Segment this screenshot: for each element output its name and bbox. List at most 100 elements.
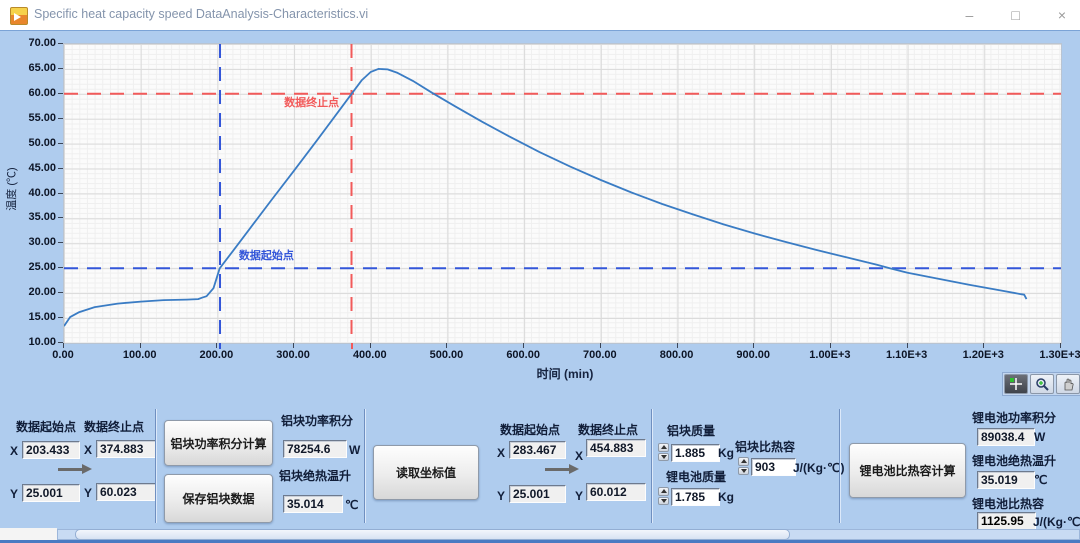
x-tick-label: 1.20E+3 [953,349,1013,361]
zoom-tool-button[interactable] [1030,374,1054,394]
y-tick-mark [58,68,63,69]
al-end-y-label: Y [84,486,92,500]
al-shc-input[interactable]: 903 [751,458,796,476]
al-start-y-field[interactable]: 25.001 [22,484,80,502]
al-start-x-label: X [10,444,18,458]
al-temp-rise-unit: ℃ [345,498,358,512]
decrement-icon[interactable] [658,497,669,506]
al-end-y-field[interactable]: 60.023 [96,483,157,501]
x-tick-label: 0.00 [33,349,93,361]
x-tick-label: 700.00 [570,349,630,361]
labview-vi-icon [10,7,28,25]
bat-start-y-field[interactable]: 25.001 [509,485,566,503]
increment-icon[interactable] [738,457,749,466]
al-power-integral-field: 78254.6 [283,440,347,458]
x-tick-mark [830,343,831,348]
bat-start-x-label: X [497,446,505,460]
magnifier-icon [1035,377,1049,391]
y-tick-label: 45.00 [12,162,56,174]
y-tick-label: 60.00 [12,87,56,99]
graph-palette [1002,372,1080,396]
y-tick-label: 65.00 [12,62,56,74]
al-mass-stepper[interactable] [658,443,669,461]
al-mass-input[interactable]: 1.885 [671,444,720,462]
x-tick-mark [293,343,294,348]
y-tick-label: 40.00 [12,187,56,199]
increment-icon[interactable] [658,487,669,496]
data-curve [64,69,1027,326]
minimize-button[interactable]: – [966,8,974,22]
crosshair-icon [1009,377,1023,391]
al-save-button[interactable]: 保存铝块数据 [164,474,273,523]
y-tick-mark [58,43,63,44]
y-tick-label: 15.00 [12,311,56,323]
cursor-tool-button[interactable] [1004,374,1028,394]
section-divider [364,409,366,523]
bat-end-point-label: 数据终止点 [578,421,638,438]
al-shc-unit: J/(Kg·℃) [793,461,844,475]
bat-shc-unit: J/(Kg·℃) [1033,515,1080,529]
x-tick-label: 800.00 [647,349,707,361]
decrement-icon[interactable] [658,453,669,462]
x-tick-mark [983,343,984,348]
al-shc-label: 铝块比热容 [735,438,795,455]
al-shc-stepper[interactable] [738,457,749,475]
al-mass-label: 铝块质量 [667,422,715,439]
y-tick-label: 25.00 [12,261,56,273]
title-bar: Specific heat capacity speed DataAnalysi… [0,0,1080,30]
y-tick-mark [58,168,63,169]
al-start-x-field[interactable]: 203.433 [22,441,80,459]
x-tick-label: 1.10E+3 [877,349,937,361]
bat-power-unit: W [1034,430,1045,444]
bat-end-y-label: Y [575,489,583,503]
labview-window: Specific heat capacity speed DataAnalysi… [0,0,1080,543]
bat-mass-stepper[interactable] [658,487,669,505]
bat-mass-label: 锂电池质量 [666,468,726,485]
hand-icon [1061,377,1075,391]
front-panel: 温度 (℃) 数据起始点 数据终止点 70.0065.0060.0055.005… [0,30,1080,543]
y-tick-label: 20.00 [12,286,56,298]
al-power-unit: W [349,443,360,457]
pan-tool-button[interactable] [1056,374,1080,394]
bat-start-point-label: 数据起始点 [500,421,560,438]
cursor-start-label[interactable]: 数据起始点 [239,247,294,263]
x-tick-label: 200.00 [186,349,246,361]
y-tick-label: 50.00 [12,137,56,149]
bat-end-y-field[interactable]: 60.012 [586,483,646,501]
x-tick-label: 100.00 [110,349,170,361]
al-end-x-field[interactable]: 374.883 [96,440,157,458]
x-tick-mark [216,343,217,348]
cursor-axis-mark [351,343,353,349]
al-start-y-label: Y [10,487,18,501]
plot-area: 数据起始点 数据终止点 [63,43,1062,344]
al-integral-button[interactable]: 铝块功率积分计算 [164,420,273,466]
al-temp-rise-field: 35.014 [283,495,343,513]
increment-icon[interactable] [658,443,669,452]
x-tick-mark [907,343,908,348]
bat-end-x-field[interactable]: 454.883 [586,439,646,457]
y-tick-label: 30.00 [12,236,56,248]
x-tick-mark [1060,343,1061,348]
maximize-button[interactable]: □ [1011,8,1019,22]
y-tick-mark [58,242,63,243]
x-axis-title: 时间 (min) [500,365,630,382]
close-button[interactable]: × [1058,8,1066,22]
x-tick-mark [140,343,141,348]
section-divider [155,409,157,523]
bat-start-x-field[interactable]: 283.467 [509,441,566,459]
y-tick-mark [58,267,63,268]
al-end-point-label: 数据终止点 [84,418,144,435]
x-tick-label: 900.00 [723,349,783,361]
window-title: Specific heat capacity speed DataAnalysi… [34,7,368,21]
y-tick-label: 10.00 [12,336,56,348]
y-tick-mark [58,143,63,144]
read-coordinates-button[interactable]: 读取坐标值 [373,445,479,500]
decrement-icon[interactable] [738,467,749,476]
cursor-axis-mark [219,343,221,349]
bat-mass-input[interactable]: 1.785 [671,488,720,506]
cursor-end-label[interactable]: 数据终止点 [284,94,339,110]
bat-shc-calc-button[interactable]: 锂电池比热容计算 [849,443,966,498]
arrow-right-icon [545,464,579,474]
horizontal-scrollbar-thumb[interactable] [75,529,790,540]
al-mass-unit: Kg [718,446,734,460]
